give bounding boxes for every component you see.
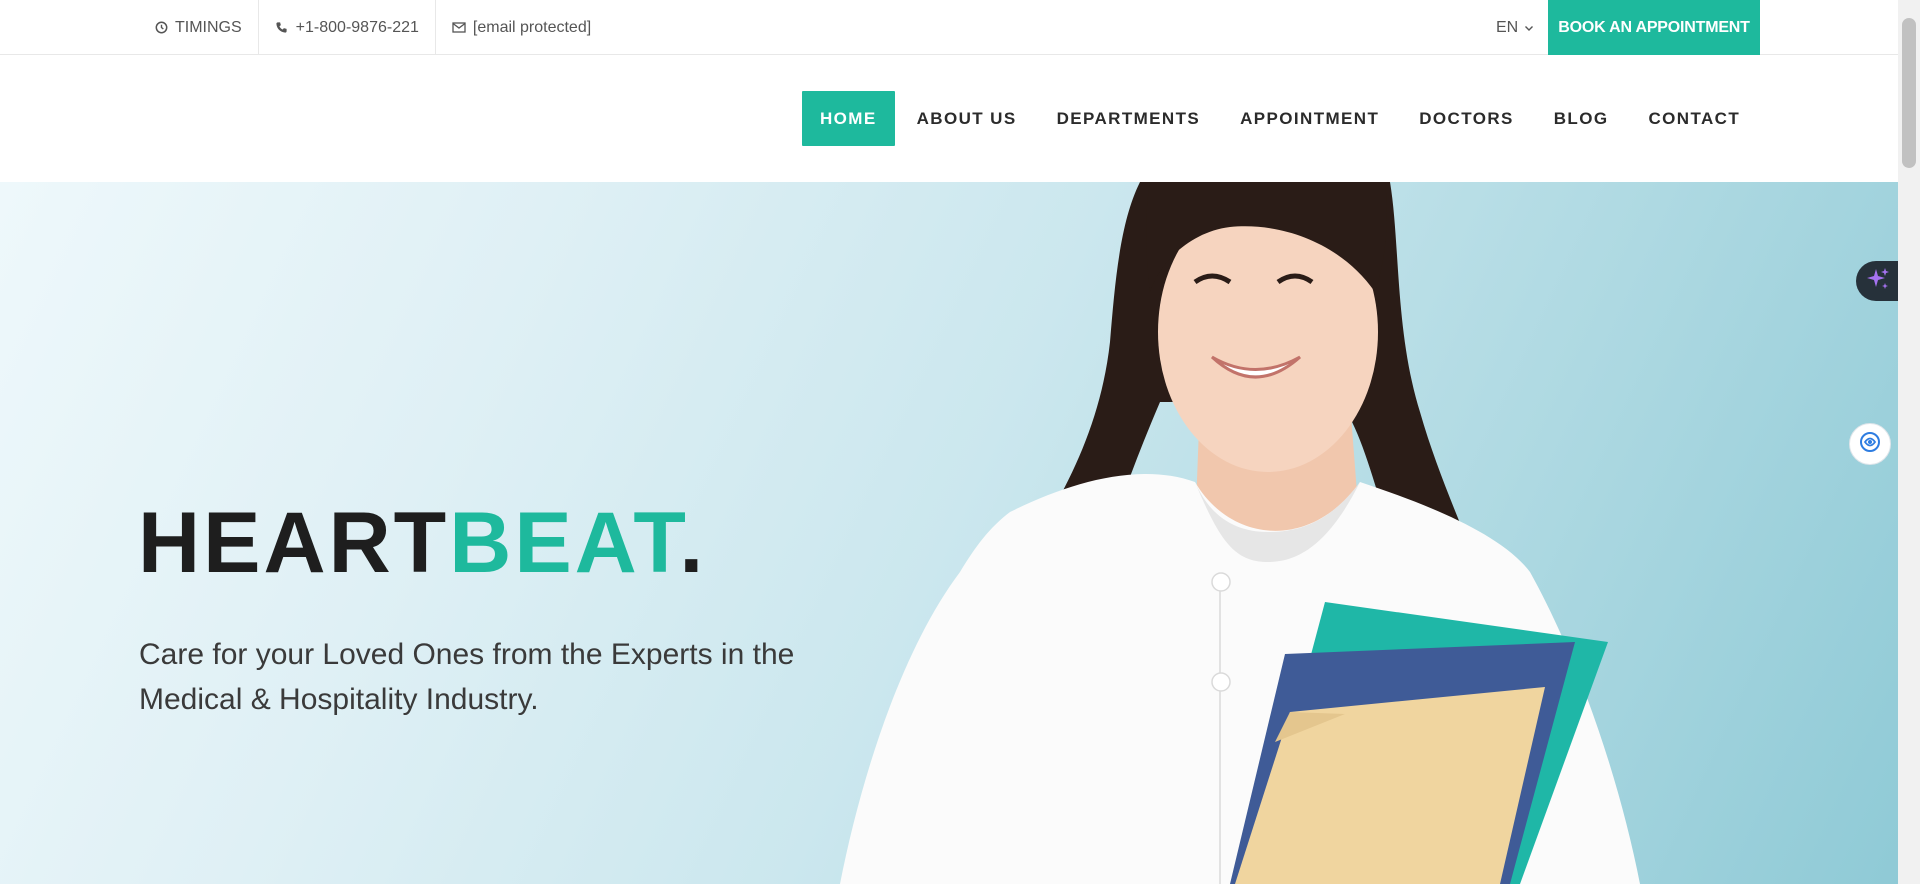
email-address: [email protected] — [472, 18, 592, 36]
nav-item-appointment[interactable]: APPOINTMENT — [1220, 91, 1399, 146]
nav-item-departments[interactable]: DEPARTMENTS — [1037, 91, 1221, 146]
ai-assistant-button[interactable] — [1856, 261, 1900, 301]
language-selector[interactable]: EN — [1496, 0, 1534, 55]
timings-item[interactable]: TIMINGS — [140, 0, 259, 55]
hero-subtitle: Care for your Loved Ones from the Expert… — [139, 638, 795, 716]
hero-title-accent: BEAT — [449, 495, 680, 591]
phone-number: +1-800-9876-221 — [295, 18, 419, 36]
sparkle-icon — [1865, 266, 1891, 297]
language-label: EN — [1496, 18, 1519, 36]
phone-icon — [275, 21, 289, 35]
email-item[interactable]: [email protected] — [436, 0, 607, 55]
contact-info: TIMINGS +1-800-9876-221 [email protected… — [140, 0, 607, 55]
hero-title-dark: HEART — [138, 495, 450, 591]
nav-item-blog[interactable]: BLOG — [1534, 91, 1629, 146]
main-navbar: HOME ABOUT US DEPARTMENTS APPOINTMENT DO… — [0, 56, 1898, 182]
envelope-icon — [452, 21, 466, 35]
nav-item-doctors[interactable]: DOCTORS — [1399, 91, 1534, 146]
chat-assistant-button[interactable] — [1849, 423, 1891, 465]
nav-item-contact[interactable]: CONTACT — [1628, 91, 1760, 146]
book-appointment-button[interactable]: BOOK AN APPOINTMENT — [1548, 0, 1760, 55]
chevron-down-icon — [1524, 19, 1534, 37]
hero-title: HEARTBEAT. — [138, 500, 706, 586]
hero-banner: HEARTBEAT. Care for your Loved Ones from… — [0, 182, 1898, 884]
clock-icon — [154, 21, 168, 35]
chat-assistant-icon — [1857, 429, 1883, 460]
nav-item-about-us[interactable]: ABOUT US — [897, 91, 1037, 146]
scrollbar-thumb[interactable] — [1902, 18, 1916, 168]
timings-label: TIMINGS — [175, 18, 242, 36]
page-scrollbar[interactable] — [1898, 0, 1920, 884]
page: TIMINGS +1-800-9876-221 [email protected… — [0, 0, 1920, 884]
hero-title-dot: . — [679, 495, 707, 591]
nav-item-home[interactable]: HOME — [802, 91, 895, 146]
phone-item[interactable]: +1-800-9876-221 — [259, 0, 436, 55]
main-nav: HOME ABOUT US DEPARTMENTS APPOINTMENT DO… — [802, 91, 1760, 146]
top-bar: TIMINGS +1-800-9876-221 [email protected… — [0, 0, 1898, 55]
